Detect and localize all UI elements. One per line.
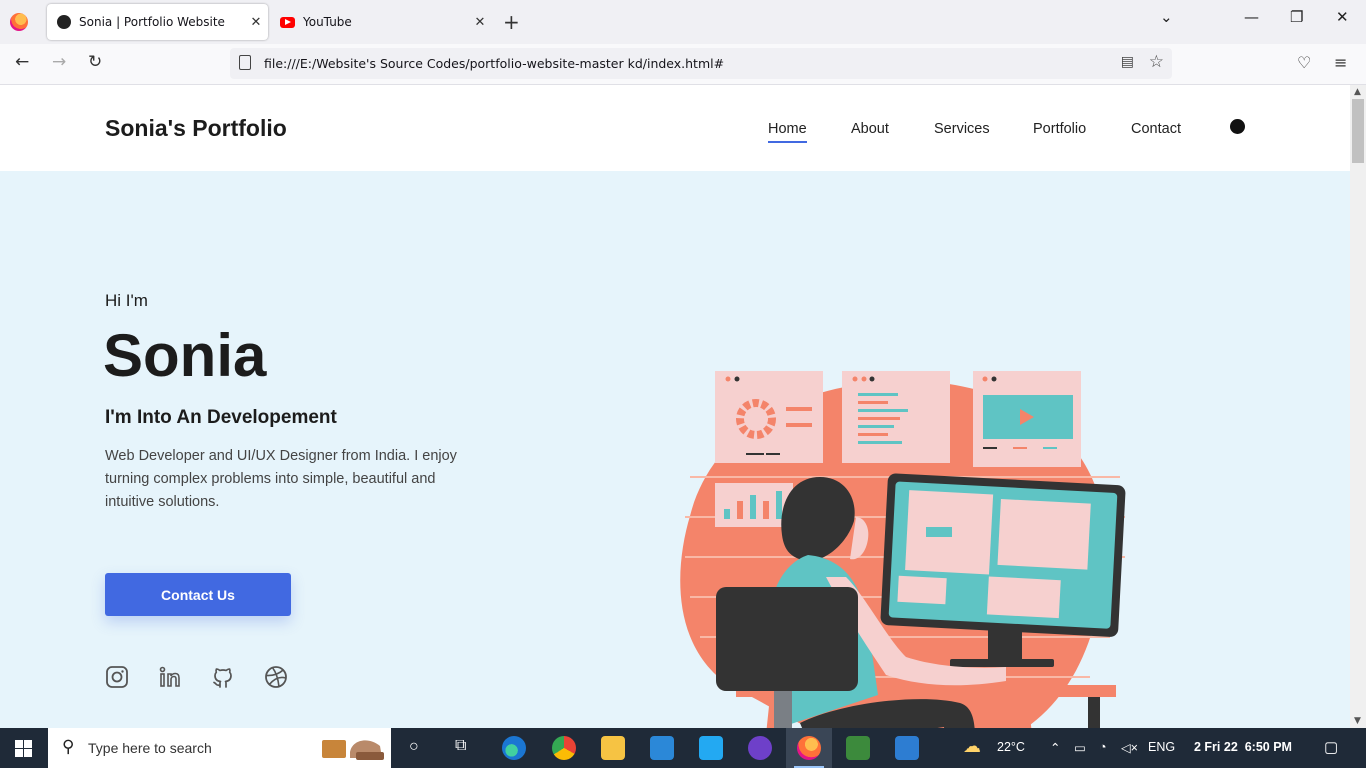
- url-text[interactable]: file:///E:/Website's Source Codes/portfo…: [264, 56, 724, 71]
- site-favicon-icon: [57, 15, 71, 29]
- new-tab-button[interactable]: +: [503, 10, 520, 34]
- dribbble-icon[interactable]: [264, 665, 288, 689]
- cortana-icon[interactable]: ○: [409, 738, 419, 756]
- reader-view-icon[interactable]: ▤: [1121, 54, 1134, 70]
- linkedin-icon[interactable]: [158, 665, 182, 689]
- show-hidden-icons-chevron-icon[interactable]: ⌃: [1050, 740, 1060, 755]
- theme-toggle-icon[interactable]: [1230, 119, 1245, 134]
- tab-title: YouTube: [303, 15, 352, 29]
- hero-subtitle: I'm Into An Developement: [105, 407, 337, 428]
- photos-icon[interactable]: [895, 736, 919, 760]
- search-highlight-icon: [322, 740, 384, 760]
- scrollbar-thumb[interactable]: [1352, 99, 1364, 163]
- reload-button[interactable]: ↻: [88, 52, 102, 72]
- close-icon[interactable]: ✕: [244, 15, 268, 30]
- youtube-icon: [280, 16, 295, 28]
- notifications-icon[interactable]: ▢: [1324, 738, 1338, 756]
- back-button[interactable]: ←: [15, 52, 29, 72]
- volume-muted-icon[interactable]: ◁×: [1121, 740, 1138, 755]
- search-icon: ⚲: [62, 737, 75, 757]
- battery-icon[interactable]: ▭: [1074, 740, 1086, 755]
- site-logo[interactable]: Sonia's Portfolio: [105, 115, 287, 142]
- tab-portfolio[interactable]: Sonia | Portfolio Website ✕: [47, 4, 268, 40]
- web-page: Sonia's Portfolio Home About Services Po…: [0, 85, 1350, 728]
- nav-link-portfolio[interactable]: Portfolio: [1033, 121, 1086, 137]
- task-view-icon[interactable]: ⧉: [455, 737, 466, 755]
- vscode-icon[interactable]: [699, 736, 723, 760]
- windows-taskbar: ⚲ Type here to search ○ ⧉ ☁ 22°C ⌃ ▭ ◔ ◁…: [0, 728, 1366, 768]
- system-clock[interactable]: 2 Fri 22 6:50 PM: [1194, 740, 1292, 754]
- github-icon[interactable]: [211, 665, 235, 689]
- menu-icon[interactable]: ≡: [1334, 53, 1347, 72]
- windows-start-icon[interactable]: [15, 740, 32, 757]
- firefox-taskbar-icon[interactable]: [797, 736, 821, 760]
- close-window-button[interactable]: ✕: [1336, 8, 1349, 26]
- nav-link-about[interactable]: About: [851, 121, 889, 137]
- file-explorer-icon[interactable]: [601, 736, 625, 760]
- close-icon[interactable]: ✕: [468, 15, 492, 30]
- edge-icon[interactable]: [502, 736, 526, 760]
- instagram-icon[interactable]: [105, 665, 129, 689]
- wifi-icon[interactable]: ◔: [1099, 740, 1107, 754]
- weather-temperature[interactable]: 22°C: [997, 740, 1025, 754]
- forward-button[interactable]: →: [52, 52, 66, 72]
- nav-link-contact[interactable]: Contact: [1131, 121, 1181, 137]
- mail-icon[interactable]: [650, 736, 674, 760]
- scroll-up-arrow-icon[interactable]: ▲: [1354, 87, 1361, 97]
- search-placeholder: Type here to search: [88, 740, 212, 756]
- address-bar[interactable]: file:///E:/Website's Source Codes/portfo…: [230, 48, 1172, 79]
- github-desktop-icon[interactable]: [748, 736, 772, 760]
- tab-list-chevron-icon[interactable]: ⌄: [1160, 8, 1173, 26]
- site-header: Sonia's Portfolio Home About Services Po…: [0, 85, 1350, 171]
- browser-tab-strip: Sonia | Portfolio Website ✕ YouTube ✕ + …: [0, 0, 1366, 44]
- tab-youtube[interactable]: YouTube ✕: [270, 4, 492, 40]
- notepad-plus-icon[interactable]: [846, 736, 870, 760]
- hero-description: Web Developer and UI/UX Designer from In…: [105, 448, 457, 510]
- hero-name: Sonia: [103, 322, 267, 389]
- bookmark-star-icon[interactable]: ☆: [1149, 52, 1164, 72]
- hero-greeting: Hi I'm: [105, 291, 148, 310]
- pocket-icon[interactable]: ♡: [1297, 53, 1311, 72]
- tab-title: Sonia | Portfolio Website: [79, 15, 225, 29]
- language-indicator[interactable]: ENG: [1148, 740, 1175, 754]
- contact-us-button[interactable]: Contact Us: [105, 573, 291, 616]
- scroll-down-arrow-icon[interactable]: ▼: [1354, 716, 1361, 726]
- nav-link-services[interactable]: Services: [934, 121, 990, 137]
- firefox-icon[interactable]: [10, 13, 28, 31]
- weather-icon[interactable]: ☁: [963, 736, 981, 757]
- restore-button[interactable]: ❐: [1290, 8, 1303, 26]
- nav-link-home[interactable]: Home: [768, 121, 807, 143]
- page-icon: [239, 55, 251, 70]
- developer-illustration: [680, 371, 1126, 728]
- browser-toolbar: ← → ↻ file:///E:/Website's Source Codes/…: [0, 44, 1366, 85]
- chrome-icon[interactable]: [552, 736, 576, 760]
- minimize-button[interactable]: —: [1244, 8, 1259, 26]
- page-scrollbar[interactable]: ▲ ▼: [1350, 85, 1366, 728]
- taskbar-search-box[interactable]: ⚲ Type here to search: [48, 728, 391, 768]
- hero-section: Hi I'm Sonia I'm Into An Developement We…: [0, 171, 1350, 728]
